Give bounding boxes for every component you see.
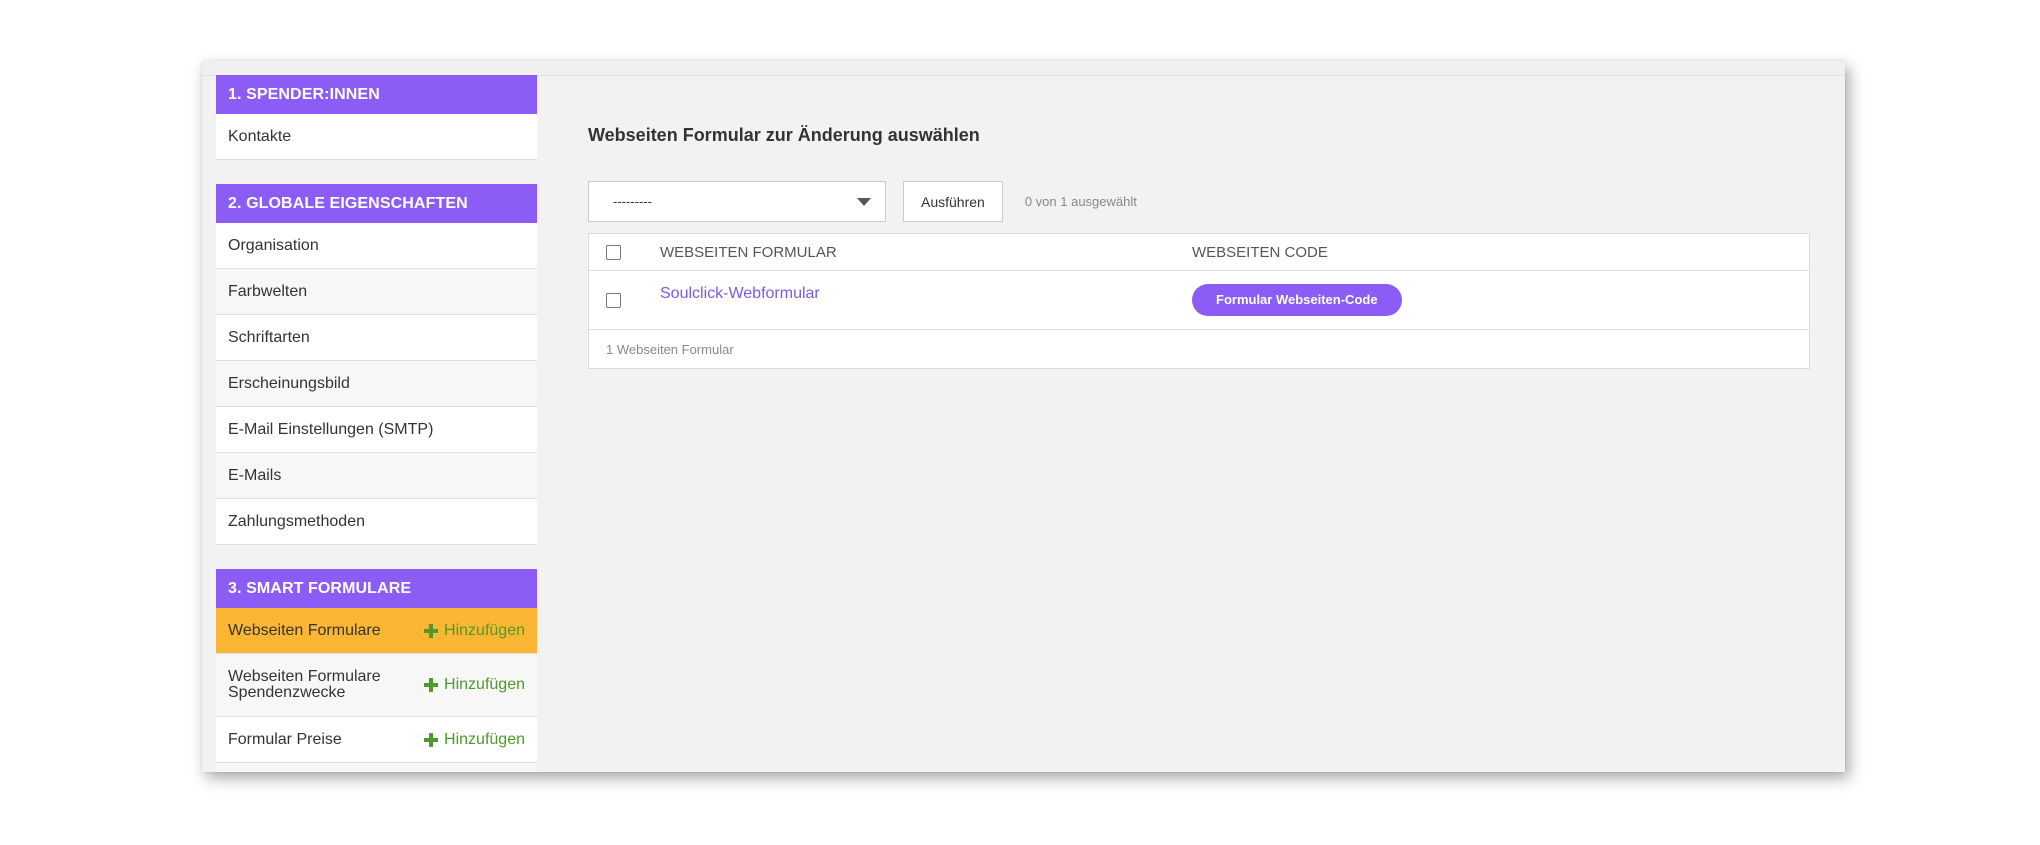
sidebar-item-erscheinungsbild[interactable]: Erscheinungsbild [216, 361, 537, 407]
add-link[interactable]: Hinzufügen [424, 622, 525, 640]
form-code-button[interactable]: Formular Webseiten-Code [1192, 284, 1402, 316]
sidebar-item-kontakte[interactable]: Kontakte [216, 114, 537, 160]
section-header[interactable]: 2. GLOBALE EIGENSCHAFTEN [216, 184, 537, 223]
main-content: Webseiten Formular zur Änderung auswähle… [588, 61, 1845, 772]
add-label: Hinzufügen [444, 730, 525, 748]
sidebar-item-partial[interactable] [216, 763, 537, 772]
sidebar-item-label: Farbwelten [228, 282, 308, 300]
page-title: Webseiten Formular zur Änderung auswähle… [588, 125, 980, 145]
sidebar-item-label: Zahlungsmethoden [228, 512, 365, 530]
plus-icon [424, 732, 439, 747]
sidebar-item-formular-preise[interactable]: Formular Preise Hinzufügen [216, 717, 537, 763]
add-link[interactable]: Hinzufügen [424, 677, 525, 693]
sidebar-item-label: E-Mails [228, 466, 282, 484]
section-header[interactable]: 3. SMART FORMULARE [216, 569, 537, 608]
sidebar-item-label: Organisation [228, 236, 319, 254]
sidebar-item-label: Schriftarten [228, 328, 310, 346]
sidebar-item-label: Formular Preise [228, 730, 342, 748]
form-name-cell: Soulclick-Webformular [660, 285, 1192, 309]
column-header-form[interactable]: WEBSEITEN FORMULAR [660, 244, 1192, 261]
sidebar-item-label: Erscheinungsbild [228, 374, 350, 392]
chevron-down-icon [857, 197, 871, 206]
select-all-cell [589, 244, 660, 260]
sidebar-item-smtp[interactable]: E-Mail Einstellungen (SMTP) [216, 407, 537, 453]
sidebar-item-organisation[interactable]: Organisation [216, 223, 537, 269]
select-all-checkbox[interactable] [606, 244, 621, 260]
sidebar-item-farbwelten[interactable]: Farbwelten [216, 269, 537, 315]
sidebar-item-schriftarten[interactable]: Schriftarten [216, 315, 537, 361]
action-select-value: --------- [613, 194, 652, 209]
row-check-cell [589, 292, 660, 308]
form-name-link[interactable]: Soulclick-Webformular [660, 285, 820, 302]
sidebar: 1. SPENDER:INNEN Kontakte 2. GLOBALE EIG… [216, 75, 537, 772]
run-action-button[interactable]: Ausführen [903, 181, 1003, 222]
add-label: Hinzufügen [444, 676, 525, 693]
sidebar-section-smart-forms: 3. SMART FORMULARE Webseiten Formulare H… [216, 569, 537, 772]
actions-bar: --------- Ausführen 0 von 1 ausgewählt [588, 181, 1137, 222]
sidebar-section-donors: 1. SPENDER:INNEN Kontakte [216, 75, 537, 160]
add-label: Hinzufügen [444, 621, 525, 639]
section-header[interactable]: 1. SPENDER:INNEN [216, 75, 537, 114]
action-select[interactable]: --------- [588, 181, 886, 222]
row-checkbox[interactable] [606, 292, 621, 308]
table-header: WEBSEITEN FORMULAR WEBSEITEN CODE [589, 234, 1809, 271]
sidebar-item-emails[interactable]: E-Mails [216, 453, 537, 499]
sidebar-item-label: Kontakte [228, 127, 292, 145]
add-link[interactable]: Hinzufügen [424, 731, 525, 749]
admin-window: 1. SPENDER:INNEN Kontakte 2. GLOBALE EIG… [202, 61, 1845, 772]
sidebar-item-webseiten-formulare[interactable]: Webseiten Formulare Hinzufügen [216, 608, 537, 654]
sidebar-item-label: Webseiten Formulare Spendenzwecke [228, 668, 381, 701]
sidebar-item-label: E-Mail Einstellungen (SMTP) [228, 420, 434, 438]
sidebar-item-spendenzwecke[interactable]: Webseiten Formulare Spendenzwecke Hinzuf… [216, 654, 537, 717]
sidebar-item-zahlungsmethoden[interactable]: Zahlungsmethoden [216, 499, 537, 545]
results-table: WEBSEITEN FORMULAR WEBSEITEN CODE Soulcl… [588, 233, 1810, 369]
plus-icon [424, 678, 439, 692]
table-row: Soulclick-Webformular Formular Webseiten… [589, 271, 1809, 330]
column-header-code: WEBSEITEN CODE [1192, 243, 1328, 261]
code-cell: Formular Webseiten-Code [1192, 284, 1809, 316]
plus-icon [424, 623, 439, 638]
table-footer: 1 Webseiten Formular [606, 341, 734, 357]
sidebar-item-label: Webseiten Formulare [228, 621, 381, 639]
selection-counter: 0 von 1 ausgewählt [1024, 194, 1137, 209]
sidebar-section-global: 2. GLOBALE EIGENSCHAFTEN Organisation Fa… [216, 184, 537, 545]
